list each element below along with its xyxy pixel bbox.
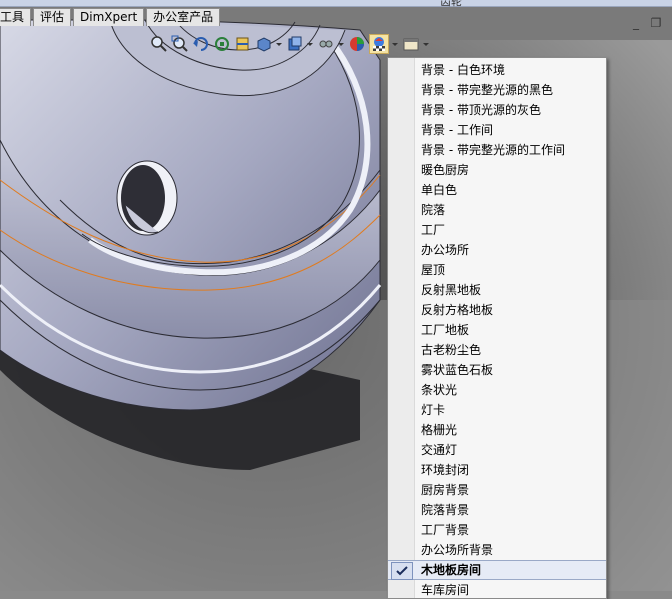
title-bar: 齿轮	[0, 0, 672, 8]
apply-scene-dropdown-icon[interactable]	[392, 35, 398, 53]
scene-menu-item-label: 工厂背景	[421, 523, 470, 537]
checkmark-icon	[391, 562, 413, 580]
scene-menu-item-label: 屋顶	[421, 263, 446, 277]
scene-menu-item-label: 背景 - 带完整光源的黑色	[421, 83, 553, 97]
scene-menu-item-label: 厨房背景	[421, 483, 470, 497]
section-view-icon[interactable]	[234, 35, 252, 53]
scene-menu-item-label: 背景 - 工作间	[421, 123, 493, 137]
scene-menu-item[interactable]: 格栅光	[388, 420, 606, 440]
scene-menu-item-label: 办公场所	[421, 243, 470, 257]
apply-scene-icon[interactable]	[369, 33, 389, 54]
scene-menu-item-label: 院落背景	[421, 503, 470, 517]
tab-dimxpert[interactable]: DimXpert	[73, 8, 145, 26]
view-orientation-dropdown-icon[interactable]	[276, 35, 282, 53]
scene-menu-item-label: 暖色厨房	[421, 163, 470, 177]
hide-show-dropdown-icon[interactable]	[338, 35, 344, 53]
display-style-dropdown-icon[interactable]	[307, 35, 313, 53]
heads-up-view-toolbar	[150, 33, 433, 55]
scene-menu-item-label: 办公场所背景	[421, 543, 494, 557]
scene-menu-item-label: 木地板房间	[421, 563, 482, 577]
scene-menu-item[interactable]: 环境封闭	[388, 460, 606, 480]
scene-menu-item[interactable]: 办公场所背景	[388, 540, 606, 560]
previous-view-icon[interactable]	[192, 35, 210, 53]
zoom-area-icon[interactable]	[171, 35, 189, 53]
scene-menu-item-label: 雾状蓝色石板	[421, 363, 494, 377]
scene-menu-item-label: 条状光	[421, 383, 458, 397]
window-title: 齿轮	[440, 0, 462, 8]
restore-icon[interactable]: ❐	[648, 16, 664, 30]
scene-menu-item[interactable]: 暖色厨房	[388, 160, 606, 180]
view-settings-icon[interactable]	[402, 35, 420, 53]
scene-menu-item-label: 背景 - 带完整光源的工作间	[421, 143, 565, 157]
rotate-icon[interactable]	[213, 35, 231, 53]
scene-menu-item-label: 院落	[421, 203, 446, 217]
scene-dropdown-menu: 背景 - 白色环境背景 - 带完整光源的黑色 背景 - 带顶光源的灰色 背景 - 工…	[387, 57, 607, 599]
scene-menu-item-label: 工厂	[421, 223, 446, 237]
minimize-icon[interactable]: _	[628, 16, 644, 30]
scene-menu-item[interactable]: 雾状蓝色石板	[388, 360, 606, 380]
scene-menu-item[interactable]: 院落	[388, 200, 606, 220]
scene-menu-item[interactable]: 院落背景	[388, 500, 606, 520]
tab-evaluate[interactable]: 评估	[33, 8, 72, 26]
zoom-to-fit-icon[interactable]	[150, 35, 168, 53]
display-style-icon[interactable]	[286, 35, 304, 53]
scene-menu-item-label: 环境封闭	[421, 463, 470, 477]
scene-menu-item[interactable]: 反射黑地板	[388, 280, 606, 300]
scene-menu-item[interactable]: 屋顶	[388, 260, 606, 280]
scene-menu-item[interactable]: 单白色	[388, 180, 606, 200]
scene-menu-item-label: 反射方格地板	[421, 303, 494, 317]
scene-menu-item-label: 灯卡	[421, 403, 446, 417]
view-settings-dropdown-icon[interactable]	[423, 35, 429, 53]
scene-menu-item-label: 背景 - 带顶光源的灰色	[421, 103, 541, 117]
scene-menu-item[interactable]: 木地板房间	[388, 560, 606, 580]
scene-menu-item[interactable]: 背景 - 白色环境	[388, 60, 606, 80]
scene-menu-item-label: 工厂地板	[421, 323, 470, 337]
scene-menu-item[interactable]: 古老粉尘色	[388, 340, 606, 360]
scene-menu-item[interactable]: 厨房背景	[388, 480, 606, 500]
scene-menu-item[interactable]: 背景 - 带完整光源的黑色	[388, 80, 606, 100]
scene-menu-item-label: 古老粉尘色	[421, 343, 482, 357]
scene-menu-item[interactable]: 反射方格地板	[388, 300, 606, 320]
scene-menu-item[interactable]: 背景 - 工作间	[388, 120, 606, 140]
scene-menu-item-label: 反射黑地板	[421, 283, 482, 297]
scene-menu-item[interactable]: 办公场所	[388, 240, 606, 260]
scene-menu-item-label: 单白色	[421, 183, 458, 197]
view-orientation-icon[interactable]	[255, 35, 273, 53]
tab-office-products[interactable]: 办公室产品	[146, 8, 221, 26]
scene-menu-item[interactable]: 工厂	[388, 220, 606, 240]
scene-menu-item[interactable]: 背景 - 带完整光源的工作间	[388, 140, 606, 160]
scene-menu-item[interactable]: 背景 - 带顶光源的灰色	[388, 100, 606, 120]
tab-tools[interactable]: 工具	[0, 8, 32, 26]
scene-menu-item-label: 背景 - 白色环境	[421, 63, 505, 77]
scene-menu-item[interactable]: 灯卡	[388, 400, 606, 420]
command-manager-tabs: 工具 评估 DimXpert 办公室产品	[0, 8, 222, 28]
scene-menu-item[interactable]: 工厂背景	[388, 520, 606, 540]
document-window-controls: _ ❐	[622, 16, 672, 32]
scene-menu-item[interactable]: 车库房间	[388, 580, 606, 598]
scene-menu-item-label: 车库房间	[421, 583, 470, 597]
scene-menu-item[interactable]: 条状光	[388, 380, 606, 400]
hide-show-icon[interactable]	[317, 35, 335, 53]
scene-menu-item-label: 交通灯	[421, 443, 458, 457]
scene-menu-item[interactable]: 工厂地板	[388, 320, 606, 340]
edit-appearance-icon[interactable]	[348, 35, 366, 53]
scene-menu-item[interactable]: 交通灯	[388, 440, 606, 460]
scene-menu-item-label: 格栅光	[421, 423, 458, 437]
